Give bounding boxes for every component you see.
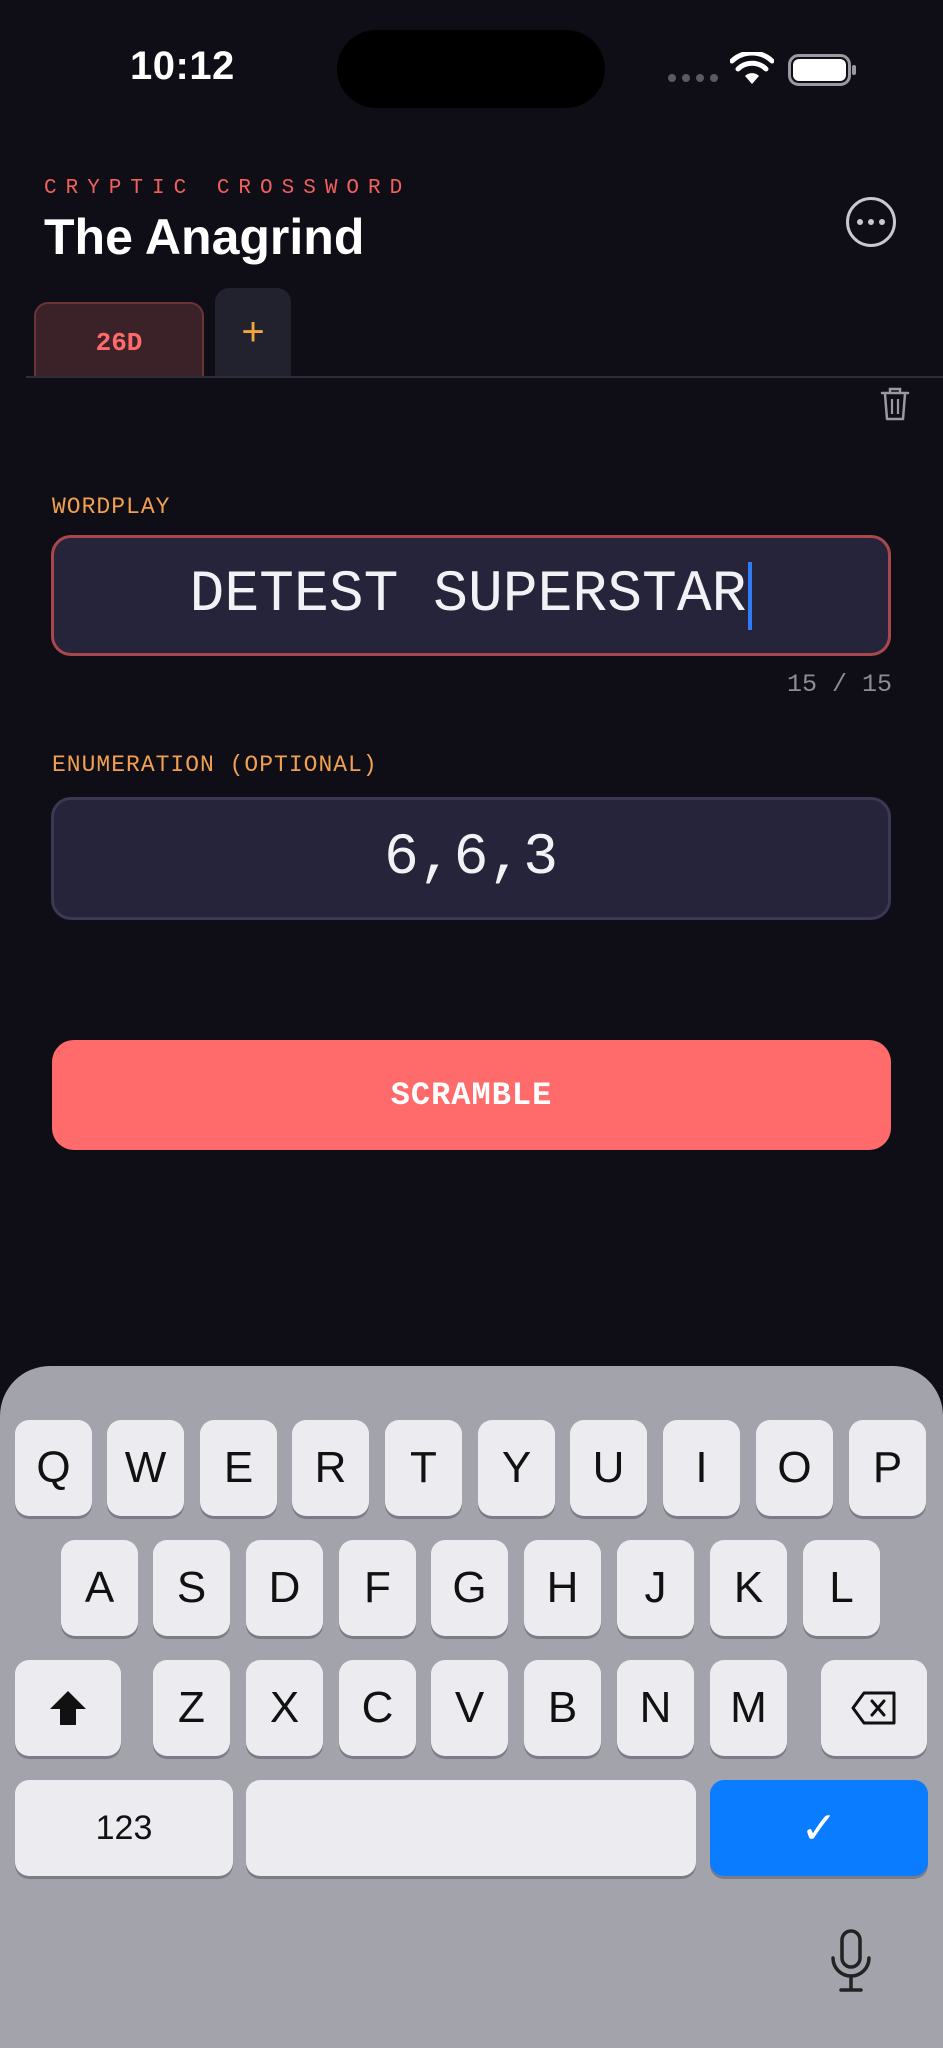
enumeration-value: 6,6,3 (383, 826, 559, 891)
wordplay-label: WORDPLAY (52, 494, 171, 520)
key-i[interactable]: I (663, 1420, 740, 1516)
key-y[interactable]: Y (478, 1420, 555, 1516)
backspace-key[interactable] (821, 1660, 927, 1756)
numbers-key[interactable]: 123 (15, 1780, 233, 1876)
status-time: 10:12 (130, 44, 235, 88)
key-a[interactable]: A (61, 1540, 138, 1636)
character-counter: 15 / 15 (786, 670, 892, 699)
shift-icon (50, 1691, 86, 1725)
key-u[interactable]: U (570, 1420, 647, 1516)
key-e[interactable]: E (200, 1420, 277, 1516)
key-b[interactable]: B (524, 1660, 601, 1756)
key-m[interactable]: M (710, 1660, 787, 1756)
backspace-icon (851, 1691, 896, 1725)
tab-clue[interactable]: 26D (34, 302, 204, 376)
wifi-icon (730, 52, 774, 84)
key-t[interactable]: T (385, 1420, 462, 1516)
key-h[interactable]: H (524, 1540, 601, 1636)
key-x[interactable]: X (246, 1660, 323, 1756)
key-o[interactable]: O (756, 1420, 833, 1516)
enumeration-input[interactable]: 6,6,3 (51, 797, 891, 920)
key-n[interactable]: N (617, 1660, 694, 1756)
app-eyebrow: CRYPTIC CROSSWORD (44, 177, 412, 200)
key-z[interactable]: Z (153, 1660, 230, 1756)
page-title: The Anagrind (44, 209, 365, 265)
tab-divider (26, 376, 943, 378)
key-r[interactable]: R (292, 1420, 369, 1516)
key-s[interactable]: S (153, 1540, 230, 1636)
more-icon[interactable] (846, 197, 896, 247)
trash-icon[interactable] (880, 386, 910, 422)
text-caret (748, 561, 753, 630)
enumeration-label: ENUMERATION (OPTIONAL) (52, 752, 378, 778)
key-k[interactable]: K (710, 1540, 787, 1636)
key-l[interactable]: L (803, 1540, 880, 1636)
add-tab-button[interactable]: + (215, 288, 291, 376)
battery-icon (788, 54, 856, 86)
wordplay-value: DETEST SUPERSTAR (189, 563, 747, 628)
key-q[interactable]: Q (15, 1420, 92, 1516)
key-p[interactable]: P (849, 1420, 926, 1516)
wordplay-input[interactable]: DETEST SUPERSTAR (51, 535, 891, 656)
key-w[interactable]: W (107, 1420, 184, 1516)
cellular-icon (668, 74, 718, 82)
shift-key[interactable] (15, 1660, 121, 1756)
done-key[interactable]: ✓ (710, 1780, 928, 1876)
key-j[interactable]: J (617, 1540, 694, 1636)
key-v[interactable]: V (431, 1660, 508, 1756)
microphone-icon[interactable] (828, 1928, 874, 1994)
scramble-button[interactable]: SCRAMBLE (52, 1040, 891, 1150)
key-f[interactable]: F (339, 1540, 416, 1636)
key-c[interactable]: C (339, 1660, 416, 1756)
space-key[interactable] (246, 1780, 696, 1876)
dynamic-island (337, 30, 605, 108)
key-d[interactable]: D (246, 1540, 323, 1636)
key-g[interactable]: G (431, 1540, 508, 1636)
